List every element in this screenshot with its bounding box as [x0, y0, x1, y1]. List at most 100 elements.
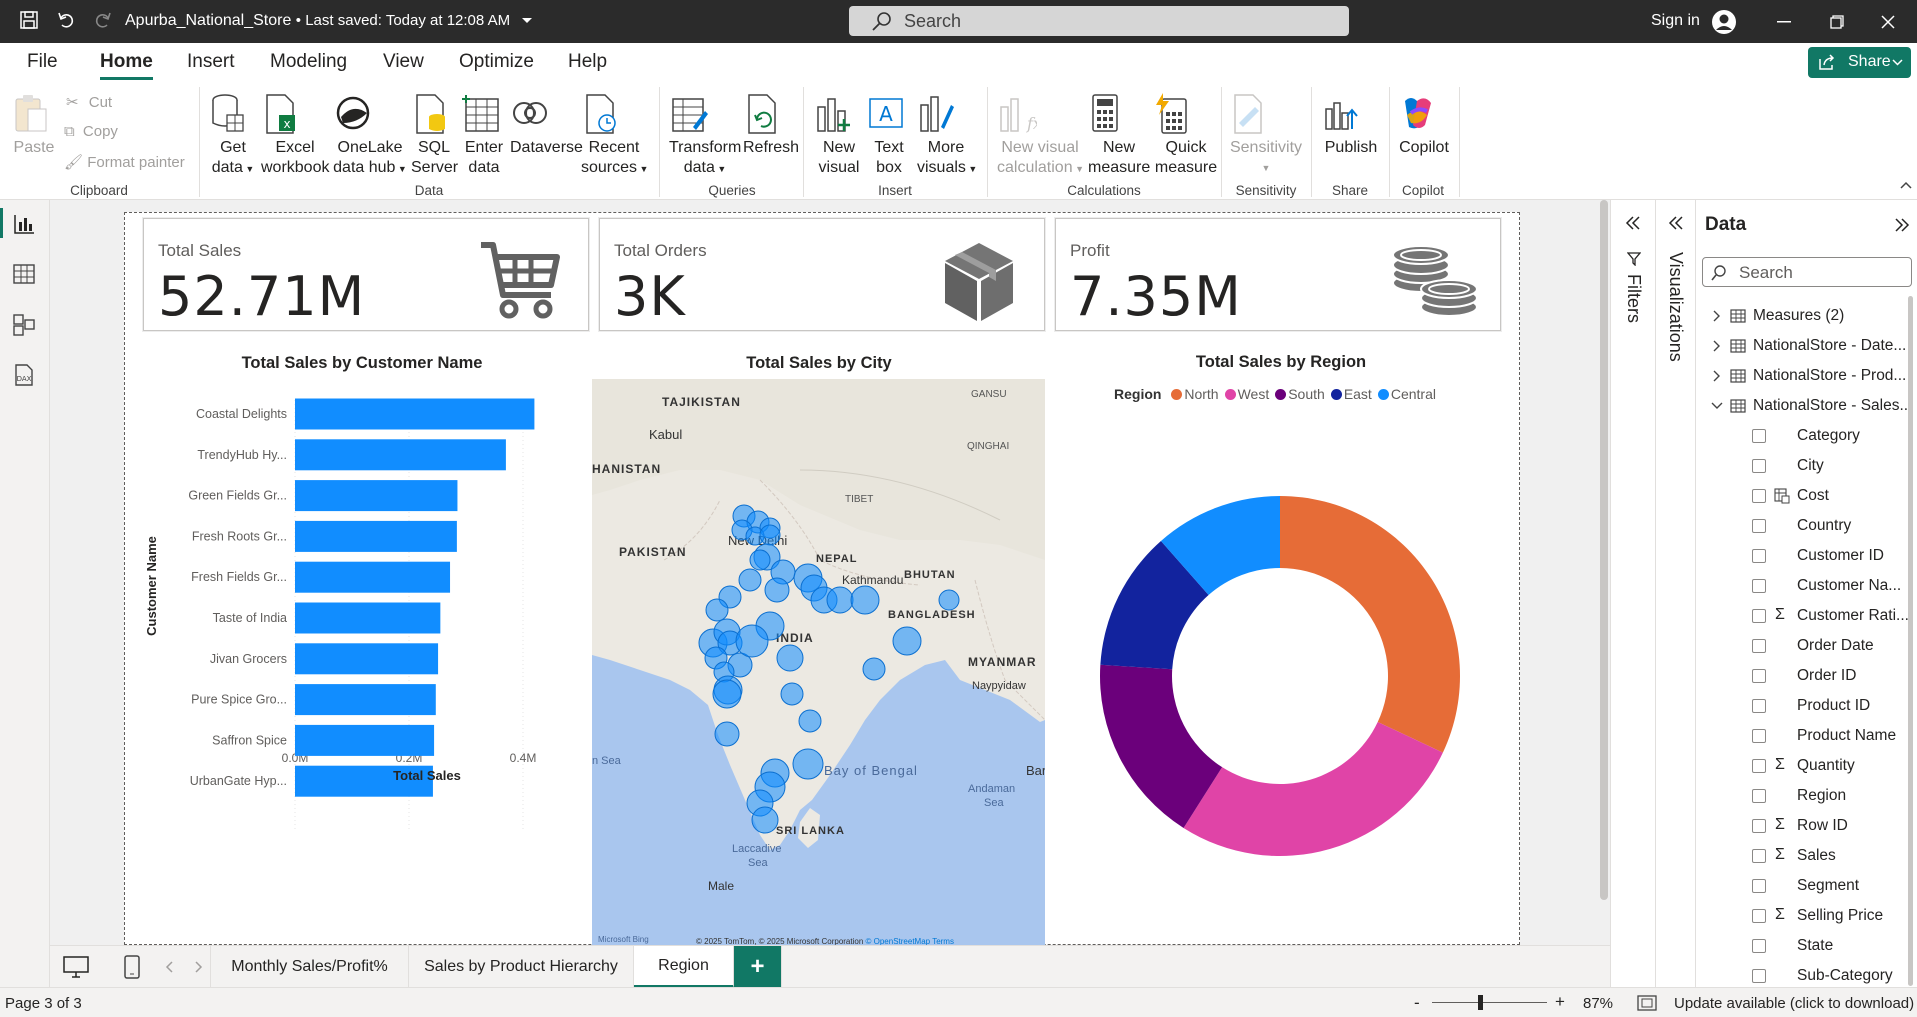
legend-item[interactable]: West [1224, 386, 1269, 402]
menu-view[interactable]: View [383, 51, 424, 73]
field-item[interactable]: Customer Na... [1696, 574, 1917, 598]
fit-to-page-icon[interactable] [1637, 995, 1657, 1011]
field-checkbox[interactable] [1752, 879, 1766, 893]
field-checkbox[interactable] [1752, 429, 1766, 443]
zoom-slider[interactable] [1432, 1002, 1547, 1003]
copilot-button[interactable]: Copilot [1397, 93, 1451, 158]
card-total-sales[interactable]: Total Sales 52.71M [143, 218, 589, 331]
field-item[interactable]: Category [1696, 424, 1917, 448]
scrollbar-thumb[interactable] [1600, 200, 1608, 900]
field-checkbox[interactable] [1752, 519, 1766, 533]
sign-in-link[interactable]: Sign in [1651, 12, 1700, 30]
city-bubble[interactable] [826, 586, 854, 614]
search-input[interactable]: Search [849, 6, 1349, 36]
field-checkbox[interactable] [1752, 729, 1766, 743]
collapse-ribbon-icon[interactable] [1900, 181, 1912, 189]
osm-link[interactable]: © OpenStreetMap [866, 937, 931, 945]
field-item[interactable]: Region [1696, 784, 1917, 808]
collapse-data-pane-icon[interactable] [1894, 218, 1910, 232]
legend-item[interactable]: Central [1377, 386, 1436, 402]
field-item[interactable]: Σ Selling Price [1696, 904, 1917, 928]
map-visual[interactable]: TAJIKISTAN GANSU Kabul QINGHAI HANISTAN … [592, 379, 1045, 945]
field-item[interactable]: State [1696, 934, 1917, 958]
field-checkbox[interactable] [1752, 459, 1766, 473]
next-page-icon[interactable] [195, 961, 203, 973]
field-item[interactable]: Customer ID [1696, 544, 1917, 568]
field-checkbox[interactable] [1752, 909, 1766, 923]
refresh-button[interactable]: Refresh [743, 93, 799, 158]
chevron-right-icon[interactable] [1713, 370, 1721, 382]
city-bubble[interactable] [749, 549, 771, 571]
city-bubble[interactable] [751, 806, 779, 834]
expand-visualizations-icon[interactable] [1668, 216, 1684, 230]
publish-button[interactable]: Publish [1320, 93, 1382, 158]
field-item[interactable]: Order ID [1696, 664, 1917, 688]
city-bubble[interactable] [759, 524, 781, 546]
copy-button[interactable]: ⧉ Copy [64, 123, 118, 140]
legend-item[interactable]: East [1330, 386, 1372, 402]
tab-monthly-sales-profit[interactable]: Monthly Sales/Profit% [211, 946, 409, 988]
field-checkbox[interactable] [1752, 579, 1766, 593]
visualizations-pane[interactable]: Visualizations [1655, 200, 1695, 987]
city-bubble[interactable] [764, 577, 790, 603]
sql-server-button[interactable]: SQL Server [411, 93, 458, 178]
quick-measure-button[interactable]: Quick measure [1153, 93, 1219, 178]
enter-data-button[interactable]: Enter data [462, 93, 506, 178]
field-checkbox[interactable] [1752, 969, 1766, 983]
table-node[interactable]: NationalStore - Date... [1696, 334, 1917, 358]
onelake-data-hub-button[interactable]: OneLake data hub ▼ [333, 93, 407, 179]
document-title[interactable]: Apurba_National_Store • Last saved: Toda… [125, 12, 533, 30]
bar[interactable] [295, 724, 435, 756]
menu-help[interactable]: Help [568, 51, 607, 73]
cut-button[interactable]: ✂ Cut [66, 93, 112, 111]
city-bubble[interactable] [798, 709, 822, 733]
field-checkbox[interactable] [1752, 849, 1766, 863]
city-bubble[interactable] [712, 679, 742, 709]
city-bubble[interactable] [735, 624, 769, 658]
restore-icon[interactable] [1830, 15, 1844, 29]
filters-pane[interactable]: Filters [1610, 200, 1655, 987]
field-checkbox[interactable] [1752, 549, 1766, 563]
recent-sources-button[interactable]: Recent sources ▼ [581, 93, 648, 179]
new-visual-button[interactable]: New visual [814, 93, 864, 178]
field-item[interactable]: Σ Sales [1696, 844, 1917, 868]
share-button[interactable]: Share [1808, 47, 1911, 78]
chevron-right-icon[interactable] [1713, 310, 1721, 322]
zoom-slider-thumb[interactable] [1478, 995, 1483, 1010]
city-bubble[interactable] [792, 748, 824, 780]
field-checkbox[interactable] [1752, 489, 1766, 503]
new-visual-calculation-button[interactable]: fx New visual calculation ▼ [997, 93, 1084, 179]
city-bubble[interactable] [705, 598, 729, 622]
table-node[interactable]: NationalStore - Prod... [1696, 364, 1917, 388]
save-icon[interactable] [19, 10, 39, 30]
transform-data-button[interactable]: Transform data ▼ [669, 93, 741, 179]
city-bubble[interactable] [738, 568, 762, 592]
data-search-input[interactable]: Search [1702, 257, 1912, 287]
bar[interactable] [295, 561, 451, 593]
desktop-layout-icon[interactable] [63, 956, 89, 978]
report-view-icon[interactable] [13, 214, 35, 234]
previous-page-icon[interactable] [165, 961, 173, 973]
bar[interactable] [295, 602, 441, 634]
dax-query-view-icon[interactable]: DAX [13, 364, 35, 386]
field-item[interactable]: Country [1696, 514, 1917, 538]
field-item[interactable]: Σ Customer Rati... [1696, 604, 1917, 628]
field-checkbox[interactable] [1752, 789, 1766, 803]
menu-modeling[interactable]: Modeling [270, 51, 347, 73]
get-data-button[interactable]: Get data ▼ [209, 93, 257, 179]
table-view-icon[interactable] [13, 264, 35, 284]
close-icon[interactable] [1881, 15, 1895, 29]
redo-icon[interactable] [93, 10, 113, 30]
paste-button[interactable]: Paste [12, 93, 56, 158]
chevron-right-icon[interactable] [1713, 340, 1721, 352]
dataverse-button[interactable]: Dataverse [510, 93, 583, 158]
city-bubble[interactable] [714, 721, 740, 747]
field-checkbox[interactable] [1752, 759, 1766, 773]
field-item[interactable]: Cost [1696, 484, 1917, 508]
add-page-button[interactable]: + [734, 946, 782, 988]
bar[interactable] [295, 643, 439, 675]
field-checkbox[interactable] [1752, 819, 1766, 833]
bar[interactable] [295, 398, 535, 430]
mobile-layout-icon[interactable] [124, 955, 140, 979]
field-item[interactable]: Σ Row ID [1696, 814, 1917, 838]
